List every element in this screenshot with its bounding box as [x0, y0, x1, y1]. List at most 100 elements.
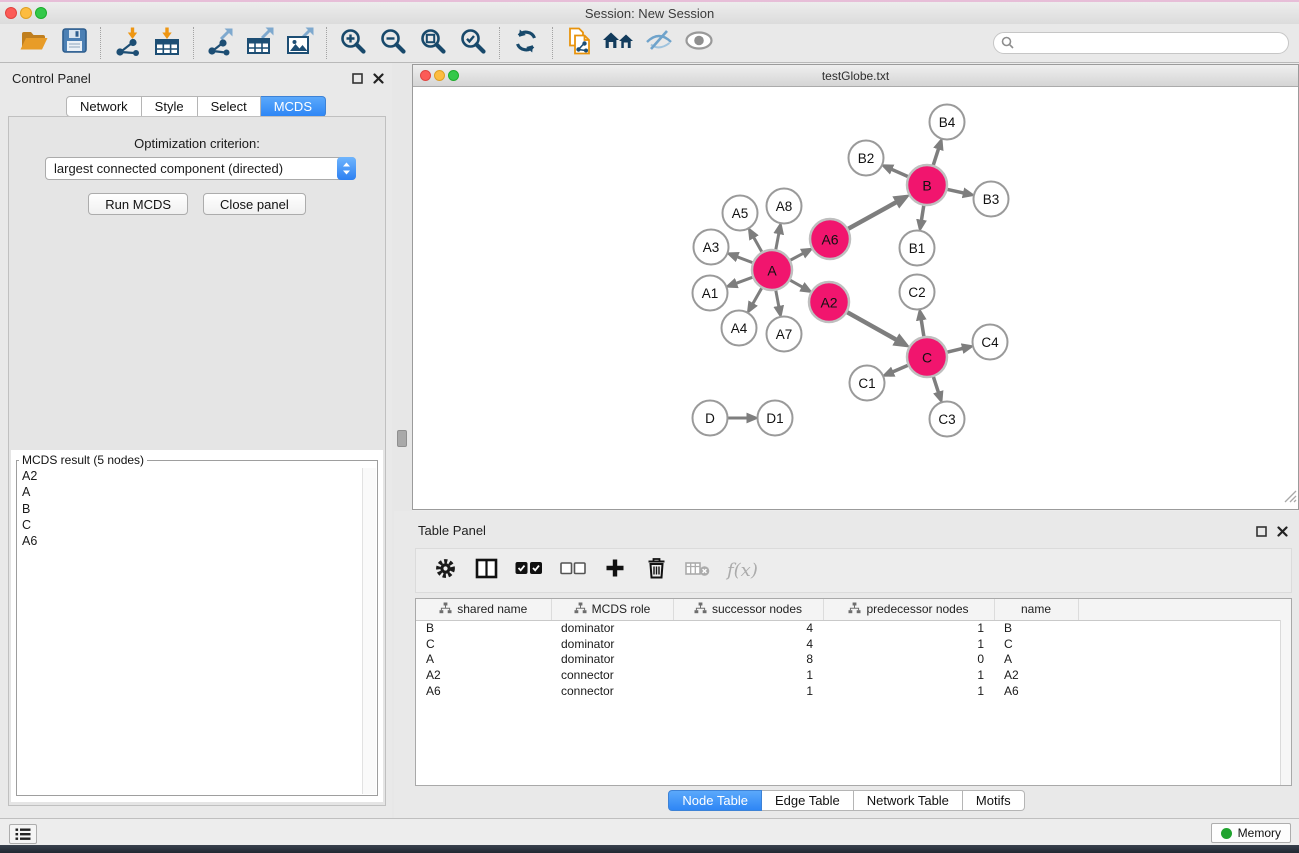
table-cell[interactable]: C: [416, 636, 551, 652]
network-canvas[interactable]: B4B2BB3A8A5A6A3B1AA1C2A2A4A7C4CC1C3DD1: [413, 87, 1298, 510]
tab-network-table[interactable]: Network Table: [854, 790, 963, 811]
close-panel-button[interactable]: Close panel: [203, 193, 306, 215]
export-image-button[interactable]: [283, 26, 317, 60]
column-header-name[interactable]: name: [994, 599, 1078, 620]
zoom-selected-button[interactable]: [456, 26, 490, 60]
table-scrollbar[interactable]: [1280, 620, 1291, 785]
table-cell[interactable]: connector: [551, 683, 673, 699]
table-cell[interactable]: connector: [551, 667, 673, 683]
table-cell[interactable]: A6: [416, 683, 551, 699]
table-row[interactable]: Bdominator41B: [416, 620, 1291, 636]
memory-button[interactable]: Memory: [1211, 823, 1291, 843]
tab-mcds[interactable]: MCDS: [261, 96, 326, 117]
table-cell[interactable]: dominator: [551, 652, 673, 668]
table-mode-gear-button[interactable]: [433, 557, 457, 585]
graph-node-B[interactable]: B: [907, 165, 947, 205]
task-history-button[interactable]: [9, 824, 37, 844]
graph-node-C2[interactable]: C2: [900, 275, 935, 310]
graph-node-A6[interactable]: A6: [810, 219, 850, 259]
table-cell[interactable]: 8: [673, 652, 823, 668]
graph-edge-B-B2[interactable]: [890, 169, 910, 178]
table-cell[interactable]: B: [994, 620, 1078, 636]
graph-edge-A2-C[interactable]: [845, 311, 899, 341]
tab-network[interactable]: Network: [66, 96, 142, 117]
show-columns-button[interactable]: [474, 558, 498, 584]
graph-node-B3[interactable]: B3: [974, 182, 1009, 217]
graph-node-A2[interactable]: A2: [809, 282, 849, 322]
column-header-successor-nodes[interactable]: successor nodes: [673, 599, 823, 620]
table-cell[interactable]: A2: [994, 667, 1078, 683]
close-panel-icon[interactable]: [373, 73, 384, 84]
mcds-result-item[interactable]: A2: [17, 468, 361, 484]
mcds-result-item[interactable]: B: [17, 501, 361, 517]
table-cell[interactable]: 1: [823, 667, 994, 683]
graph-node-A4[interactable]: A4: [722, 311, 757, 346]
table-cell[interactable]: 1: [673, 667, 823, 683]
table-cell[interactable]: A: [994, 652, 1078, 668]
optimization-criterion-select[interactable]: largest connected component (directed): [45, 157, 356, 180]
mcds-result-item[interactable]: A6: [17, 533, 361, 549]
tab-style[interactable]: Style: [142, 96, 198, 117]
table-cell[interactable]: 4: [673, 620, 823, 636]
graph-node-B4[interactable]: B4: [930, 105, 965, 140]
graph-edge-B-B4[interactable]: [932, 147, 939, 168]
import-network-from-file-button[interactable]: [110, 26, 144, 60]
table-cell[interactable]: A2: [416, 667, 551, 683]
mcds-result-list[interactable]: A2ABCA6: [17, 468, 361, 794]
table-row[interactable]: A2connector11A2: [416, 667, 1291, 683]
export-table-button[interactable]: [243, 26, 277, 60]
graph-node-B2[interactable]: B2: [849, 141, 884, 176]
open-file-button[interactable]: [17, 26, 51, 60]
float-panel-icon[interactable]: [352, 73, 363, 84]
vertical-splitter-handle[interactable]: [397, 430, 407, 447]
network-window-titlebar[interactable]: testGlobe.txt: [413, 65, 1298, 87]
graph-node-C[interactable]: C: [907, 337, 947, 377]
graph-node-C4[interactable]: C4: [973, 325, 1008, 360]
mcds-list-scrollbar[interactable]: [362, 468, 376, 794]
table-cell[interactable]: 0: [823, 652, 994, 668]
export-network-button[interactable]: [203, 26, 237, 60]
delete-column-button[interactable]: [644, 557, 668, 584]
graph-node-A5[interactable]: A5: [723, 196, 758, 231]
table-cell[interactable]: 1: [823, 620, 994, 636]
save-session-button[interactable]: [57, 26, 91, 60]
tab-edge-table[interactable]: Edge Table: [762, 790, 854, 811]
table-cell[interactable]: 4: [673, 636, 823, 652]
column-header-predecessor-nodes[interactable]: predecessor nodes: [823, 599, 994, 620]
graph-node-B1[interactable]: B1: [900, 231, 935, 266]
table-cell[interactable]: 1: [823, 636, 994, 652]
deselect-all-button[interactable]: [560, 562, 586, 580]
zoom-out-button[interactable]: [376, 26, 410, 60]
mcds-result-item[interactable]: A: [17, 484, 361, 500]
column-header-MCDS-role[interactable]: MCDS role: [551, 599, 673, 620]
table-cell[interactable]: B: [416, 620, 551, 636]
table-cell[interactable]: 1: [823, 683, 994, 699]
table-cell[interactable]: dominator: [551, 620, 673, 636]
table-cell[interactable]: 1: [673, 683, 823, 699]
graph-node-D[interactable]: D: [693, 401, 728, 436]
close-table-panel-icon[interactable]: [1277, 526, 1288, 537]
create-column-button[interactable]: [603, 558, 627, 583]
hide-graphics-details-button[interactable]: [642, 26, 676, 60]
graph-node-A1[interactable]: A1: [693, 276, 728, 311]
network-overview-button[interactable]: [602, 26, 636, 60]
import-table-from-file-button[interactable]: [150, 26, 184, 60]
graph-edge-A-A1[interactable]: [735, 276, 755, 284]
refresh-view-button[interactable]: [509, 26, 543, 60]
graph-node-D1[interactable]: D1: [758, 401, 793, 436]
graph-node-C1[interactable]: C1: [850, 366, 885, 401]
graph-node-A3[interactable]: A3: [694, 230, 729, 265]
graph-node-C3[interactable]: C3: [930, 402, 965, 437]
table-row[interactable]: Cdominator41C: [416, 636, 1291, 652]
mcds-result-item[interactable]: C: [17, 517, 361, 533]
table-cell[interactable]: C: [994, 636, 1078, 652]
table-row[interactable]: Adominator80A: [416, 652, 1291, 668]
table-row[interactable]: A6connector11A6: [416, 683, 1291, 699]
search-field[interactable]: [993, 32, 1289, 54]
column-header-shared-name[interactable]: shared name: [416, 599, 551, 620]
window-resize-grip[interactable]: [1284, 490, 1297, 508]
show-graphics-details-button[interactable]: [682, 26, 716, 60]
table-cell[interactable]: A6: [994, 683, 1078, 699]
zoom-fit-button[interactable]: [416, 26, 450, 60]
select-all-button[interactable]: [515, 561, 543, 580]
